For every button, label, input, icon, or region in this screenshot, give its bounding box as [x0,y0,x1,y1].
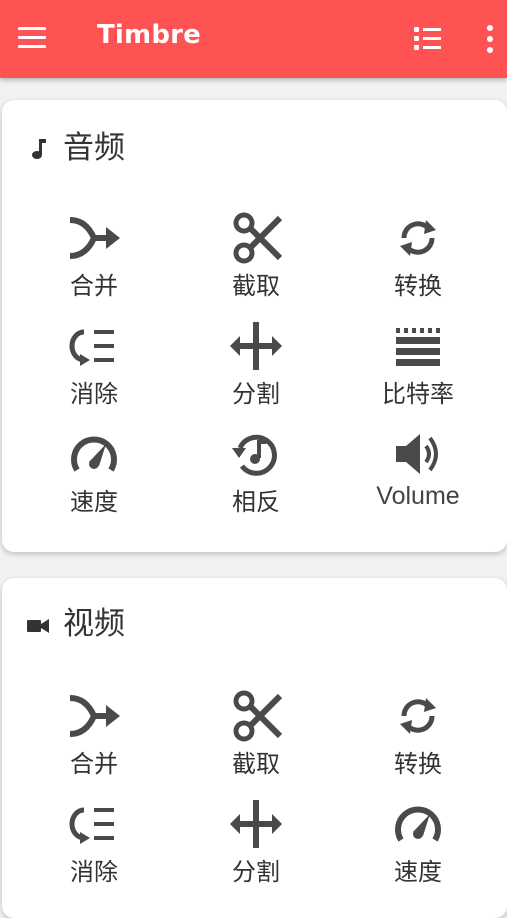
video-convert-label: 转换 [394,750,442,778]
audio-remove-label: 消除 [70,380,118,408]
audio-trim-button[interactable]: 截取 [176,208,336,308]
audio-bitrate-button[interactable]: 比特率 [338,316,498,416]
speed-icon [395,806,441,842]
audio-split-label: 分割 [232,380,280,408]
video-section-title: 视频 [63,606,125,642]
video-trim-label: 截取 [232,750,280,778]
checklist-icon[interactable] [413,24,443,54]
merge-icon [69,695,120,737]
video-remove-label: 消除 [70,858,118,886]
audio-remove-button[interactable]: 消除 [14,316,174,416]
remove-icon [69,329,114,366]
more-vertical-icon[interactable] [480,24,500,54]
video-card: 视频 合并 截取 转换 消除 分割 速度 [2,578,507,918]
video-speed-label: 速度 [394,858,442,886]
audio-reverse-button[interactable]: 相反 [176,424,336,524]
app-title: Timbre [97,20,202,50]
video-split-button[interactable]: 分割 [176,794,336,894]
audio-split-button[interactable]: 分割 [176,316,336,416]
speed-icon [71,436,117,472]
video-camera-icon [27,619,49,633]
audio-speed-button[interactable]: 速度 [14,424,174,524]
split-icon [230,322,282,370]
audio-reverse-label: 相反 [232,488,280,516]
video-trim-button[interactable]: 截取 [176,686,336,786]
music-note-icon [32,139,46,159]
audio-convert-button[interactable]: 转换 [338,208,498,308]
video-split-label: 分割 [232,858,280,886]
audio-volume-label: Volume [376,482,460,510]
app-bar: Timbre [0,0,507,78]
hamburger-menu-icon[interactable] [18,27,46,49]
video-speed-button[interactable]: 速度 [338,794,498,894]
audio-volume-button[interactable]: Volume [338,424,498,524]
audio-card: 音频 合并 截取 转换 消除 分割 比特率 速度 相反 Volume [2,100,507,552]
audio-speed-label: 速度 [70,488,118,516]
split-icon [230,800,282,848]
audio-merge-button[interactable]: 合并 [14,208,174,308]
audio-merge-label: 合并 [70,272,118,300]
convert-icon [400,698,436,734]
scissors-icon [233,212,283,264]
video-merge-button[interactable]: 合并 [14,686,174,786]
audio-convert-label: 转换 [394,272,442,300]
audio-section-title: 音频 [63,130,125,166]
video-convert-button[interactable]: 转换 [338,686,498,786]
video-merge-label: 合并 [70,750,118,778]
volume-icon [396,434,438,474]
audio-bitrate-label: 比特率 [382,380,454,408]
reverse-icon [232,434,277,476]
scissors-icon [233,690,283,742]
bitrate-icon [396,328,440,366]
merge-icon [69,217,120,259]
convert-icon [400,220,436,256]
video-remove-button[interactable]: 消除 [14,794,174,894]
audio-trim-label: 截取 [232,272,280,300]
remove-icon [69,807,114,844]
